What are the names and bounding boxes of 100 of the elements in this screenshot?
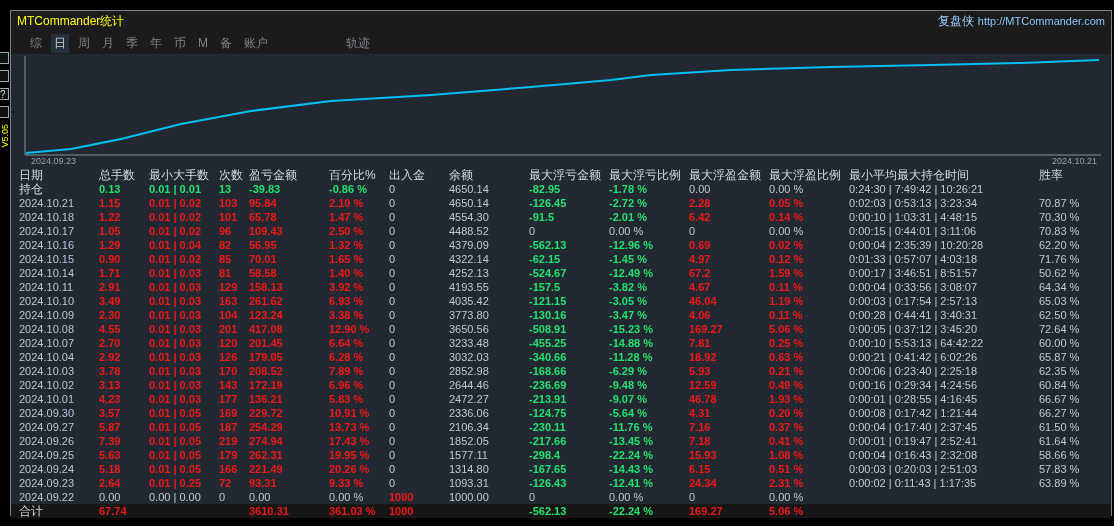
table-cell: 6.15 bbox=[689, 462, 711, 476]
table-cell: 4488.52 bbox=[449, 224, 489, 238]
table-cell: 4.23 bbox=[99, 392, 121, 406]
table-cell: 1.22 bbox=[99, 210, 121, 224]
table-cell: 6.96 % bbox=[329, 378, 364, 392]
column-header: 百分比% bbox=[329, 168, 376, 182]
column-header: 最大浮亏金额 bbox=[529, 168, 601, 182]
table-cell: 0.01 | 0.03 bbox=[149, 392, 201, 406]
side-button-icon[interactable] bbox=[0, 52, 9, 64]
side-button-icon[interactable] bbox=[0, 70, 9, 82]
period-tab[interactable]: 账户 bbox=[241, 33, 271, 53]
table-cell: 5.06 % bbox=[769, 504, 804, 518]
table-cell: 0:00:04 | 0:17:40 | 2:37:45 bbox=[849, 420, 978, 434]
table-cell: 70.83 % bbox=[1039, 224, 1080, 238]
table-cell: 46.04 bbox=[689, 294, 717, 308]
table-cell: 229.72 bbox=[249, 406, 283, 420]
table-cell: 0.51 % bbox=[769, 462, 804, 476]
period-tab[interactable]: 月 bbox=[99, 33, 117, 53]
table-cell: 0 bbox=[389, 392, 396, 406]
table-cell: 4650.14 bbox=[449, 196, 489, 210]
period-tab[interactable]: M bbox=[195, 35, 211, 51]
table-cell: 3.38 % bbox=[329, 308, 364, 322]
table-cell: 2.10 % bbox=[329, 196, 364, 210]
table-cell: 6.64 % bbox=[329, 336, 364, 350]
table-cell: 0 bbox=[389, 224, 396, 238]
table-cell: 7.39 bbox=[99, 434, 121, 448]
website-link[interactable]: http://MTCommander.com bbox=[977, 15, 1105, 27]
table-cell: 72.64 % bbox=[1039, 322, 1080, 336]
table-cell: 1.71 bbox=[99, 266, 121, 280]
row-label: 2024.10.16 bbox=[19, 238, 75, 252]
period-tab[interactable]: 周 bbox=[75, 33, 93, 53]
table-cell: 7.18 bbox=[689, 434, 711, 448]
table-cell: 58.58 bbox=[249, 266, 277, 280]
axis-date-label: 2024.10.21 bbox=[1051, 156, 1097, 166]
table-cell: 0:00:21 | 0:41:42 | 6:02:26 bbox=[849, 350, 978, 364]
table-cell: 15.93 bbox=[689, 448, 717, 462]
track-tab[interactable]: 轨迹 bbox=[343, 33, 373, 53]
table-cell: 4252.13 bbox=[449, 266, 489, 280]
period-tab[interactable]: 季 bbox=[123, 33, 141, 53]
row-label: 合计 bbox=[19, 504, 43, 518]
table-cell: 0.01 | 0.02 bbox=[149, 196, 201, 210]
table-cell: 0.01 | 0.02 bbox=[149, 210, 201, 224]
table-cell: 361.03 % bbox=[329, 504, 376, 518]
table-cell: 123.24 bbox=[249, 308, 283, 322]
table-cell: 50.62 % bbox=[1039, 266, 1080, 280]
table-cell: 1.65 % bbox=[329, 252, 364, 266]
period-tab[interactable]: 综 bbox=[27, 33, 45, 53]
table-cell: 0 bbox=[389, 210, 396, 224]
table-cell: 0:00:10 | 5:53:13 | 64:42:22 bbox=[849, 336, 984, 350]
table-cell: 67.74 bbox=[99, 504, 127, 518]
table-cell: 0 bbox=[389, 238, 396, 252]
table-cell: 6.28 % bbox=[329, 350, 364, 364]
table-cell: 1.32 % bbox=[329, 238, 364, 252]
table-cell: 0.05 % bbox=[769, 196, 804, 210]
table-cell: -62.15 bbox=[529, 252, 561, 266]
table-cell: 1.40 % bbox=[329, 266, 364, 280]
table-cell: 0:00:08 | 0:17:42 | 1:21:44 bbox=[849, 406, 978, 420]
table-cell: 1000.00 bbox=[449, 490, 489, 504]
column-header: 次数 bbox=[219, 168, 243, 182]
table-cell: 0 bbox=[389, 322, 396, 336]
table-cell: 0 bbox=[389, 434, 396, 448]
table-cell: -340.66 bbox=[529, 350, 567, 364]
column-header: 最小平均最大持仓时间 bbox=[849, 168, 969, 182]
table-cell: 0 bbox=[389, 266, 396, 280]
side-button-icon[interactable] bbox=[0, 106, 9, 118]
table-cell: 129 bbox=[219, 280, 238, 294]
table-cell: 0.01 | 0.03 bbox=[149, 336, 201, 350]
table-cell: 103 bbox=[219, 196, 238, 210]
table-cell: 17.43 % bbox=[329, 434, 370, 448]
table-cell: 0.00 % bbox=[769, 490, 804, 504]
table-cell: 2336.06 bbox=[449, 406, 489, 420]
table-cell: 0.01 | 0.02 bbox=[149, 252, 201, 266]
table-cell: 0.00 bbox=[99, 490, 121, 504]
help-button[interactable]: ? bbox=[0, 88, 9, 100]
row-label: 2024.10.15 bbox=[19, 252, 75, 266]
table-cell: -167.65 bbox=[529, 462, 567, 476]
table-cell: 3233.48 bbox=[449, 336, 489, 350]
table-cell: -3.82 % bbox=[609, 280, 647, 294]
table-cell: 0.01 | 0.04 bbox=[149, 238, 201, 252]
table-cell: 0.00 bbox=[689, 182, 711, 196]
table-cell: 2.50 % bbox=[329, 224, 364, 238]
table-cell: 61.64 % bbox=[1039, 434, 1080, 448]
table-cell: 109.43 bbox=[249, 224, 283, 238]
table-cell: 2.91 bbox=[99, 280, 121, 294]
period-tab[interactable]: 日 bbox=[51, 33, 69, 53]
table-cell: 0.01 | 0.05 bbox=[149, 434, 201, 448]
row-label: 2024.09.22 bbox=[19, 490, 75, 504]
period-tab[interactable]: 备 bbox=[217, 33, 235, 53]
period-tab[interactable]: 币 bbox=[171, 33, 189, 53]
table-cell: 81 bbox=[219, 266, 232, 280]
table-cell: -3.05 % bbox=[609, 294, 647, 308]
table-cell: 0.01 | 0.05 bbox=[149, 406, 201, 420]
row-label: 2024.09.27 bbox=[19, 420, 75, 434]
table-cell: 1000 bbox=[389, 490, 414, 504]
table-cell: 96 bbox=[219, 224, 232, 238]
table-cell: 158.13 bbox=[249, 280, 283, 294]
period-tab[interactable]: 年 bbox=[147, 33, 165, 53]
table-cell: -6.29 % bbox=[609, 364, 647, 378]
table-cell: 2.31 % bbox=[769, 476, 804, 490]
table-cell: -524.67 bbox=[529, 266, 567, 280]
